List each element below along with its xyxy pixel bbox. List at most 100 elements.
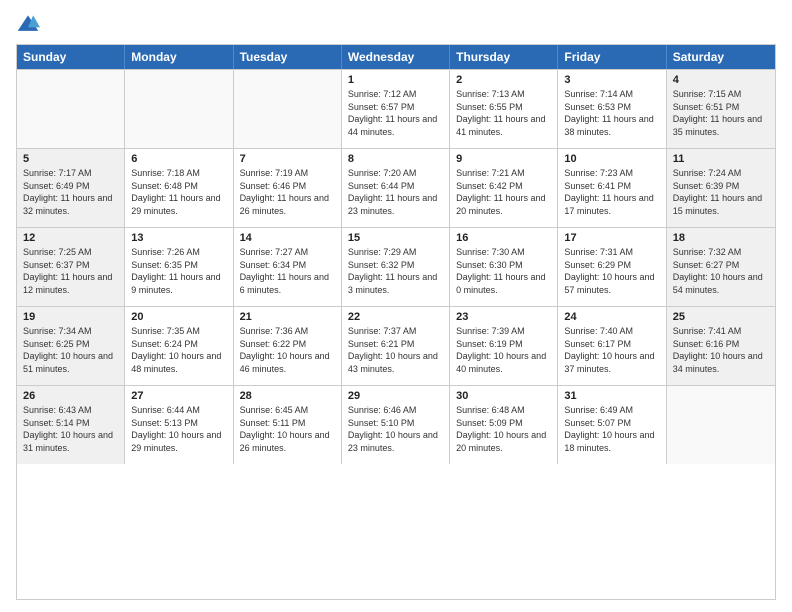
calendar-cell: 19 Sunrise: 7:34 AM Sunset: 6:25 PM Dayli… <box>17 307 125 385</box>
day-info: Sunrise: 7:24 AM Sunset: 6:39 PM Dayligh… <box>673 167 769 217</box>
day-number: 11 <box>673 153 769 165</box>
day-number: 1 <box>348 74 443 86</box>
day-number: 2 <box>456 74 551 86</box>
day-info: Sunrise: 7:40 AM Sunset: 6:17 PM Dayligh… <box>564 325 659 375</box>
day-info: Sunrise: 7:35 AM Sunset: 6:24 PM Dayligh… <box>131 325 226 375</box>
day-number: 4 <box>673 74 769 86</box>
day-number: 31 <box>564 390 659 402</box>
calendar-row-0: 1 Sunrise: 7:12 AM Sunset: 6:57 PM Daylig… <box>17 69 775 148</box>
calendar-header: SundayMondayTuesdayWednesdayThursdayFrid… <box>17 45 775 69</box>
day-number: 13 <box>131 232 226 244</box>
weekday-header-saturday: Saturday <box>667 45 775 69</box>
day-number: 29 <box>348 390 443 402</box>
day-number: 6 <box>131 153 226 165</box>
calendar-cell: 23 Sunrise: 7:39 AM Sunset: 6:19 PM Dayli… <box>450 307 558 385</box>
day-number: 12 <box>23 232 118 244</box>
calendar-cell: 30 Sunrise: 6:48 AM Sunset: 5:09 PM Dayli… <box>450 386 558 464</box>
day-number: 18 <box>673 232 769 244</box>
weekday-header-sunday: Sunday <box>17 45 125 69</box>
day-number: 15 <box>348 232 443 244</box>
calendar-cell: 22 Sunrise: 7:37 AM Sunset: 6:21 PM Dayli… <box>342 307 450 385</box>
calendar-cell: 13 Sunrise: 7:26 AM Sunset: 6:35 PM Dayli… <box>125 228 233 306</box>
day-info: Sunrise: 7:13 AM Sunset: 6:55 PM Dayligh… <box>456 88 551 138</box>
day-info: Sunrise: 7:21 AM Sunset: 6:42 PM Dayligh… <box>456 167 551 217</box>
day-number: 17 <box>564 232 659 244</box>
day-number: 5 <box>23 153 118 165</box>
calendar-cell: 6 Sunrise: 7:18 AM Sunset: 6:48 PM Daylig… <box>125 149 233 227</box>
day-info: Sunrise: 6:49 AM Sunset: 5:07 PM Dayligh… <box>564 404 659 454</box>
calendar-row-1: 5 Sunrise: 7:17 AM Sunset: 6:49 PM Daylig… <box>17 148 775 227</box>
day-number: 10 <box>564 153 659 165</box>
day-info: Sunrise: 6:44 AM Sunset: 5:13 PM Dayligh… <box>131 404 226 454</box>
calendar-cell: 15Sunrise: 7:29 AM Sunset: 6:32 PM Dayli… <box>342 228 450 306</box>
calendar-cell: 21 Sunrise: 7:36 AM Sunset: 6:22 PM Dayli… <box>234 307 342 385</box>
logo-icon <box>16 12 40 36</box>
weekday-header-friday: Friday <box>558 45 666 69</box>
calendar-cell: 9 Sunrise: 7:21 AM Sunset: 6:42 PM Daylig… <box>450 149 558 227</box>
calendar-cell: 3Sunrise: 7:14 AM Sunset: 6:53 PM Daylig… <box>558 70 666 148</box>
calendar-cell: 24 Sunrise: 7:40 AM Sunset: 6:17 PM Dayli… <box>558 307 666 385</box>
calendar-cell: 8Sunrise: 7:20 AM Sunset: 6:44 PM Daylig… <box>342 149 450 227</box>
calendar-cell: 7 Sunrise: 7:19 AM Sunset: 6:46 PM Daylig… <box>234 149 342 227</box>
day-number: 19 <box>23 311 118 323</box>
day-info: Sunrise: 7:17 AM Sunset: 6:49 PM Dayligh… <box>23 167 118 217</box>
calendar-body: 1 Sunrise: 7:12 AM Sunset: 6:57 PM Daylig… <box>17 69 775 464</box>
day-number: 9 <box>456 153 551 165</box>
day-number: 16 <box>456 232 551 244</box>
day-number: 14 <box>240 232 335 244</box>
day-number: 21 <box>240 311 335 323</box>
calendar-cell <box>667 386 775 464</box>
day-number: 22 <box>348 311 443 323</box>
day-number: 23 <box>456 311 551 323</box>
day-number: 30 <box>456 390 551 402</box>
calendar-cell: 16 Sunrise: 7:30 AM Sunset: 6:30 PM Dayli… <box>450 228 558 306</box>
day-info: Sunrise: 7:37 AM Sunset: 6:21 PM Dayligh… <box>348 325 443 375</box>
calendar: SundayMondayTuesdayWednesdayThursdayFrid… <box>16 44 776 600</box>
day-info: Sunrise: 7:26 AM Sunset: 6:35 PM Dayligh… <box>131 246 226 296</box>
day-info: Sunrise: 7:27 AM Sunset: 6:34 PM Dayligh… <box>240 246 335 296</box>
day-number: 27 <box>131 390 226 402</box>
day-number: 24 <box>564 311 659 323</box>
calendar-cell: 26Sunrise: 6:43 AM Sunset: 5:14 PM Dayli… <box>17 386 125 464</box>
calendar-cell <box>234 70 342 148</box>
day-info: Sunrise: 7:25 AM Sunset: 6:37 PM Dayligh… <box>23 246 118 296</box>
day-info: Sunrise: 7:41 AM Sunset: 6:16 PM Dayligh… <box>673 325 769 375</box>
calendar-cell: 11 Sunrise: 7:24 AM Sunset: 6:39 PM Dayli… <box>667 149 775 227</box>
day-info: Sunrise: 6:48 AM Sunset: 5:09 PM Dayligh… <box>456 404 551 454</box>
weekday-header-tuesday: Tuesday <box>234 45 342 69</box>
calendar-cell: 4 Sunrise: 7:15 AM Sunset: 6:51 PM Daylig… <box>667 70 775 148</box>
day-number: 26 <box>23 390 118 402</box>
day-info: Sunrise: 7:36 AM Sunset: 6:22 PM Dayligh… <box>240 325 335 375</box>
page-header <box>16 12 776 36</box>
day-info: Sunrise: 7:34 AM Sunset: 6:25 PM Dayligh… <box>23 325 118 375</box>
day-info: Sunrise: 6:46 AM Sunset: 5:10 PM Dayligh… <box>348 404 443 454</box>
day-info: Sunrise: 7:12 AM Sunset: 6:57 PM Dayligh… <box>348 88 443 138</box>
calendar-row-4: 26Sunrise: 6:43 AM Sunset: 5:14 PM Dayli… <box>17 385 775 464</box>
calendar-cell: 29 Sunrise: 6:46 AM Sunset: 5:10 PM Dayli… <box>342 386 450 464</box>
weekday-header-wednesday: Wednesday <box>342 45 450 69</box>
weekday-header-thursday: Thursday <box>450 45 558 69</box>
day-info: Sunrise: 7:19 AM Sunset: 6:46 PM Dayligh… <box>240 167 335 217</box>
day-info: Sunrise: 7:15 AM Sunset: 6:51 PM Dayligh… <box>673 88 769 138</box>
day-info: Sunrise: 7:39 AM Sunset: 6:19 PM Dayligh… <box>456 325 551 375</box>
calendar-cell: 18Sunrise: 7:32 AM Sunset: 6:27 PM Dayli… <box>667 228 775 306</box>
day-info: Sunrise: 7:20 AM Sunset: 6:44 PM Dayligh… <box>348 167 443 217</box>
day-info: Sunrise: 7:31 AM Sunset: 6:29 PM Dayligh… <box>564 246 659 296</box>
calendar-cell: 5 Sunrise: 7:17 AM Sunset: 6:49 PM Daylig… <box>17 149 125 227</box>
day-info: Sunrise: 7:18 AM Sunset: 6:48 PM Dayligh… <box>131 167 226 217</box>
day-info: Sunrise: 6:45 AM Sunset: 5:11 PM Dayligh… <box>240 404 335 454</box>
calendar-cell: 17 Sunrise: 7:31 AM Sunset: 6:29 PM Dayli… <box>558 228 666 306</box>
calendar-cell: 31 Sunrise: 6:49 AM Sunset: 5:07 PM Dayli… <box>558 386 666 464</box>
calendar-cell <box>125 70 233 148</box>
day-number: 7 <box>240 153 335 165</box>
weekday-header-monday: Monday <box>125 45 233 69</box>
day-number: 3 <box>564 74 659 86</box>
calendar-cell: 14 Sunrise: 7:27 AM Sunset: 6:34 PM Dayli… <box>234 228 342 306</box>
calendar-cell: 27 Sunrise: 6:44 AM Sunset: 5:13 PM Dayli… <box>125 386 233 464</box>
calendar-row-2: 12 Sunrise: 7:25 AM Sunset: 6:37 PM Dayli… <box>17 227 775 306</box>
calendar-row-3: 19 Sunrise: 7:34 AM Sunset: 6:25 PM Dayli… <box>17 306 775 385</box>
calendar-cell: 20Sunrise: 7:35 AM Sunset: 6:24 PM Dayli… <box>125 307 233 385</box>
day-number: 25 <box>673 311 769 323</box>
day-info: Sunrise: 7:30 AM Sunset: 6:30 PM Dayligh… <box>456 246 551 296</box>
calendar-cell: 25 Sunrise: 7:41 AM Sunset: 6:16 PM Dayli… <box>667 307 775 385</box>
